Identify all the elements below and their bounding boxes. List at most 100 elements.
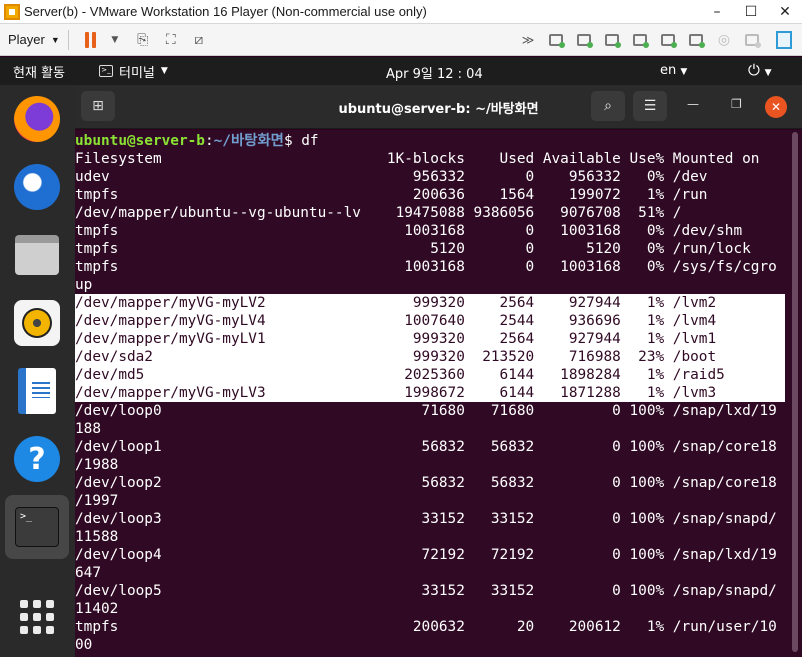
close-icon: ✕ [770, 100, 782, 114]
output-line: up [75, 277, 93, 293]
app-menu-button[interactable]: >_ 터미널 ▼ [98, 62, 168, 81]
activities-button[interactable]: 현재 활동 [13, 62, 65, 81]
player-menu-button[interactable]: Player ▼ [8, 32, 60, 47]
usb-device-icon[interactable] [745, 33, 761, 48]
output-line: tmpfs 5120 0 5120 0% /run/lock [75, 241, 751, 257]
output-line: /dev/loop5 33152 33152 0 100% /snap/snap… [75, 583, 777, 599]
send-ctrl-alt-del-icon[interactable]: ⎘ [133, 30, 153, 50]
fit-guest-icon[interactable]: ⛶ [161, 30, 181, 50]
caret-down-icon: ▼ [50, 34, 60, 45]
search-icon: ⌕ [604, 98, 612, 114]
cd-rom-disabled-icon[interactable]: ◎ [714, 30, 734, 50]
hard-disk-device-icon-5[interactable] [661, 33, 677, 48]
input-method-label: en [660, 63, 677, 78]
prompt-symbol: $ [283, 133, 302, 149]
terminal-icon: >_ [15, 507, 59, 547]
output-line: /dev/loop0 71680 71680 0 100% /snap/lxd/… [75, 403, 777, 419]
output-line: 11402 [75, 601, 119, 617]
hamburger-menu-icon: ☰ [643, 98, 657, 114]
libreoffice-writer-icon [18, 368, 56, 414]
output-line: tmpfs 1003168 0 1003168 0% /sys/fs/cgro [75, 259, 777, 275]
dock-item-thunderbird[interactable] [5, 155, 69, 219]
hard-disk-device-icon-2[interactable] [577, 33, 593, 48]
caret-down-icon: ▼ [764, 68, 772, 78]
prompt-user: ubuntu@server-b [75, 133, 205, 149]
dock-item-terminal[interactable]: >_ [5, 495, 69, 559]
output-line: /dev/loop3 33152 33152 0 100% /snap/snap… [75, 511, 777, 527]
output-line: tmpfs 200636 1564 199072 1% /run [75, 187, 708, 203]
dock-item-help[interactable]: ? [5, 427, 69, 491]
output-line: /dev/loop2 56832 56832 0 100% /snap/core… [75, 475, 777, 491]
window-controls: – ☐ ✕ [700, 0, 802, 24]
prompt-separator: : [204, 133, 214, 149]
gnome-top-bar: 현재 활동 >_ 터미널 ▼ Apr 9일 12 : 04 en ▼ ⏻ ▼ [0, 57, 802, 85]
vmware-title-bar: Server(b) - VMware Workstation 16 Player… [0, 0, 802, 24]
toolbar-divider [67, 29, 69, 50]
input-method-button[interactable]: en ▼ [660, 63, 687, 78]
show-applications-button[interactable] [5, 585, 69, 649]
power-icon: ⏻ [748, 61, 760, 79]
selected-output-line: /dev/mapper/myVG-myLV1 999320 2564 92794… [75, 330, 785, 348]
terminal-output[interactable]: ubuntu@server-b:~/바탕화면$ df Filesystem 1K… [75, 130, 802, 657]
maximize-terminal-button[interactable]: ❐ [731, 97, 742, 111]
firefox-icon [14, 96, 60, 142]
dock-item-files[interactable] [5, 223, 69, 287]
unity-mode-icon[interactable]: ⧄ [189, 30, 209, 50]
prompt-command: df [301, 133, 319, 149]
output-line: /dev/mapper/ubuntu--vg-ubuntu--lv 194750… [75, 205, 682, 221]
minimize-button[interactable]: – [700, 0, 734, 24]
show-applications-icon [20, 600, 54, 634]
output-line: /dev/loop1 56832 56832 0 100% /snap/core… [75, 439, 777, 455]
app-menu-label: 터미널 [118, 65, 155, 81]
output-line: 647 [75, 565, 101, 581]
dock-item-writer[interactable] [5, 359, 69, 423]
dock: ? >_ [0, 85, 75, 657]
pause-dropdown-icon[interactable]: ▼ [105, 30, 125, 50]
pause-icon[interactable] [81, 30, 101, 50]
output-line: 00 [75, 637, 93, 653]
message-log-icon[interactable] [776, 30, 792, 49]
terminal-header-bar: ⊞ ubuntu@server-b: ~/바탕화면 ⌕ ☰ — ❐ ✕ [75, 85, 802, 129]
hard-disk-device-icon-6[interactable] [689, 33, 705, 48]
player-menu-label: Player [8, 32, 45, 47]
caret-down-icon: ▼ [680, 67, 688, 77]
selected-output-line: /dev/mapper/myVG-myLV2 999320 2564 92794… [75, 294, 785, 312]
output-line: udev 956332 0 956332 0% /dev [75, 169, 708, 185]
hard-disk-device-icon-4[interactable] [633, 33, 649, 48]
maximize-button[interactable]: ☐ [734, 0, 768, 24]
hard-disk-device-icon-3[interactable] [605, 33, 621, 48]
selected-output-line: /dev/sda2 999320 213520 716988 23% /boot [75, 348, 785, 366]
caret-down-icon: ▼ [160, 66, 168, 76]
dock-item-firefox[interactable] [5, 87, 69, 151]
output-line: /dev/loop4 72192 72192 0 100% /snap/lxd/… [75, 547, 777, 563]
minimize-terminal-button[interactable]: — [687, 97, 699, 111]
restore-icon: ❐ [731, 97, 742, 111]
thunderbird-icon [14, 164, 60, 210]
selected-output-line: /dev/mapper/myVG-myLV4 1007640 2544 9366… [75, 312, 785, 330]
output-line: tmpfs 200632 20 200612 1% /run/user/10 [75, 619, 777, 635]
output-line: /1997 [75, 493, 119, 509]
terminal-scrollbar[interactable] [792, 132, 798, 652]
output-line: tmpfs 1003168 0 1003168 0% /dev/shm [75, 223, 743, 239]
search-button[interactable]: ⌕ [591, 91, 625, 121]
close-window-button[interactable]: ✕ [768, 0, 802, 24]
prompt-path: ~/바탕화면 [213, 133, 284, 149]
prompt-line: ubuntu@server-b:~/바탕화면$ df [75, 132, 319, 150]
files-icon [15, 235, 59, 275]
clock[interactable]: Apr 9일 12 : 04 [386, 63, 483, 82]
hard-disk-device-icon[interactable] [549, 33, 565, 48]
minimize-icon: — [687, 97, 699, 111]
output-line: Filesystem 1K-blocks Used Available Use%… [75, 151, 760, 167]
menu-button[interactable]: ☰ [633, 91, 667, 121]
vmware-window-title: Server(b) - VMware Workstation 16 Player… [24, 4, 427, 19]
show-devices-icon[interactable]: ≫ [518, 30, 538, 50]
close-terminal-button[interactable]: ✕ [765, 96, 787, 118]
selected-output-line: /dev/md5 2025360 6144 1898284 1% /raid5 [75, 366, 785, 384]
vmware-logo-icon [4, 3, 20, 20]
system-menu-button[interactable]: ⏻ ▼ [748, 61, 772, 79]
help-icon: ? [14, 436, 60, 482]
output-line: /1988 [75, 457, 119, 473]
dock-item-rhythmbox[interactable] [5, 291, 69, 355]
output-line: 11588 [75, 529, 119, 545]
vmware-toolbar: Player ▼ ▼ ⎘ ⛶ ⧄ ≫ ◎ [0, 24, 802, 56]
